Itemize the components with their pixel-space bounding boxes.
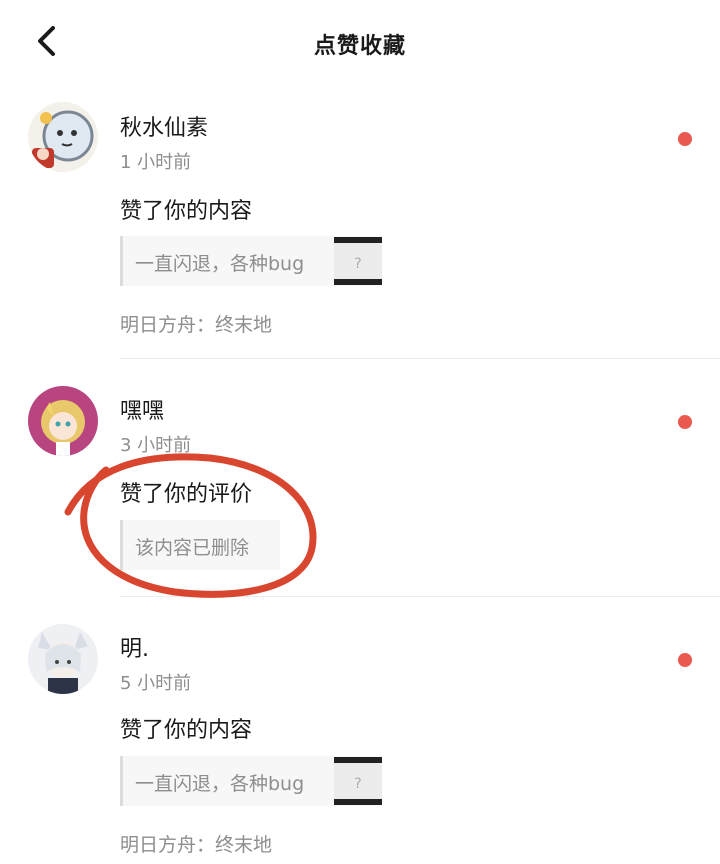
content-thumbnail: ?	[334, 757, 382, 805]
user-avatar[interactable]	[28, 386, 98, 456]
content-thumbnail: ?	[334, 237, 382, 285]
source-game[interactable]: 明日方舟：终末地	[120, 830, 272, 857]
quoted-content[interactable]: 一直闪退，各种bug ?	[120, 756, 382, 806]
timestamp: 3 小时前	[120, 435, 192, 456]
quote-text: 该内容已删除	[135, 537, 250, 559]
quote-text: 一直闪退，各种bug	[135, 253, 305, 275]
action-text: 赞了你的评价	[120, 482, 253, 507]
quote-text: 一直闪退，各种bug	[135, 773, 305, 795]
svg-text:?: ?	[354, 776, 361, 792]
unread-dot	[678, 132, 692, 146]
unread-dot	[678, 653, 692, 667]
username[interactable]: 嘿嘿	[120, 393, 164, 425]
action-text: 赞了你的内容	[120, 199, 253, 224]
page-title: 点赞收藏	[313, 34, 406, 59]
annotation-circle-drawing	[64, 453, 317, 598]
header-bar: 点赞收藏	[0, 0, 720, 84]
username[interactable]: 秋水仙素	[120, 110, 208, 142]
username[interactable]: 明.	[120, 631, 149, 663]
source-game[interactable]: 明日方舟：终末地	[120, 310, 272, 337]
svg-text:?: ?	[354, 256, 361, 272]
user-avatar[interactable]	[28, 102, 98, 172]
quoted-content[interactable]: 一直闪退，各种bug ?	[120, 236, 382, 286]
timestamp: 1 小时前	[120, 152, 192, 173]
timestamp: 5 小时前	[120, 673, 192, 694]
action-text: 赞了你的内容	[120, 718, 253, 743]
user-avatar[interactable]	[28, 624, 98, 694]
divider	[120, 596, 720, 597]
quoted-content[interactable]: 该内容已删除	[120, 520, 280, 570]
divider	[120, 358, 720, 359]
unread-dot	[678, 415, 692, 429]
